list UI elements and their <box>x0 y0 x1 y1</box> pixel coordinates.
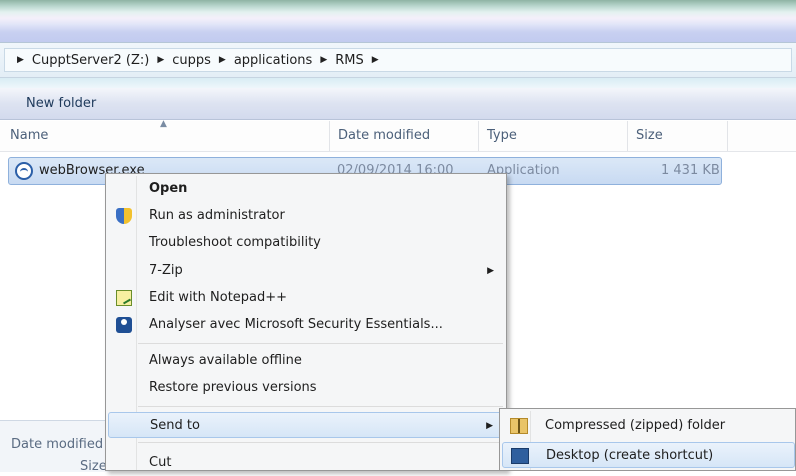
notepad-plus-plus-icon <box>116 290 132 306</box>
menu-item-restore-previous-versions[interactable]: Restore previous versions <box>108 375 504 401</box>
column-header-date[interactable]: Date modified <box>338 121 430 151</box>
menu-item-desktop-create-shortcut[interactable]: Desktop (create shortcut) <box>502 442 795 468</box>
menu-item-7zip[interactable]: 7-Zip ▶ <box>108 258 504 284</box>
shield-icon <box>116 208 132 224</box>
chevron-right-icon[interactable]: ▶ <box>157 55 164 65</box>
menu-separator <box>138 343 503 344</box>
column-divider[interactable] <box>627 121 628 151</box>
menu-item-send-to[interactable]: Send to ▶ <box>108 412 504 438</box>
breadcrumb-item[interactable]: ▶ <box>364 55 387 65</box>
breadcrumb[interactable]: ▶ CupptServer2 (Z:) ▶ cupps ▶ applicatio… <box>4 48 792 72</box>
column-header-size[interactable]: Size <box>636 121 663 151</box>
menu-item-run-as-administrator[interactable]: Run as administrator <box>108 203 504 229</box>
sort-up-icon: ▲ <box>160 119 167 129</box>
zip-folder-icon <box>510 418 528 434</box>
column-header-row: ▲ Name Date modified Type Size <box>0 119 796 152</box>
menu-separator <box>138 406 503 407</box>
menu-item-troubleshoot-compatibility[interactable]: Troubleshoot compatibility <box>108 230 504 256</box>
menu-item-compressed-zipped-folder[interactable]: Compressed (zipped) folder <box>502 413 795 439</box>
file-size: 1 431 KB <box>661 163 720 178</box>
command-bar: New folder <box>0 88 796 120</box>
submenu-arrow-icon: ▶ <box>486 421 493 431</box>
breadcrumb-item[interactable]: ▶ CupptServer2 (Z:) <box>9 53 149 68</box>
application-icon <box>15 162 33 180</box>
column-divider[interactable] <box>727 121 728 151</box>
context-menu: Open Run as administrator Troubleshoot c… <box>105 173 507 471</box>
menu-separator <box>138 442 503 443</box>
menu-item-cut[interactable]: Cut <box>108 450 504 476</box>
address-toolbar-gap <box>0 78 796 88</box>
details-pane: Date modified Size <box>0 420 110 474</box>
column-header-name[interactable]: Name <box>10 121 48 151</box>
submenu-arrow-icon: ▶ <box>487 266 494 276</box>
chevron-right-icon[interactable]: ▶ <box>17 55 24 65</box>
address-bar: ▶ CupptServer2 (Z:) ▶ cupps ▶ applicatio… <box>0 42 796 78</box>
column-divider[interactable] <box>478 121 479 151</box>
breadcrumb-item[interactable]: ▶ RMS <box>312 53 363 68</box>
menu-item-security-essentials-scan[interactable]: Analyser avec Microsoft Security Essenti… <box>108 312 504 338</box>
window-title-bar <box>0 0 796 42</box>
desktop-icon <box>511 448 529 464</box>
column-header-type[interactable]: Type <box>487 121 517 151</box>
menu-item-edit-with-notepad-plus-plus[interactable]: Edit with Notepad++ <box>108 285 504 311</box>
breadcrumb-item[interactable]: ▶ applications <box>211 53 312 68</box>
send-to-submenu: Compressed (zipped) folder Desktop (crea… <box>499 408 796 471</box>
menu-item-open[interactable]: Open <box>108 176 504 202</box>
chevron-right-icon[interactable]: ▶ <box>219 55 226 65</box>
details-size-label: Size <box>80 459 107 474</box>
chevron-right-icon[interactable]: ▶ <box>372 55 379 65</box>
column-divider[interactable] <box>329 121 330 151</box>
new-folder-button[interactable]: New folder <box>22 94 100 113</box>
menu-item-always-available-offline[interactable]: Always available offline <box>108 348 504 374</box>
chevron-right-icon[interactable]: ▶ <box>320 55 327 65</box>
details-date-label: Date modified <box>11 437 104 452</box>
security-essentials-icon <box>116 317 132 333</box>
breadcrumb-item[interactable]: ▶ cupps <box>149 53 211 68</box>
